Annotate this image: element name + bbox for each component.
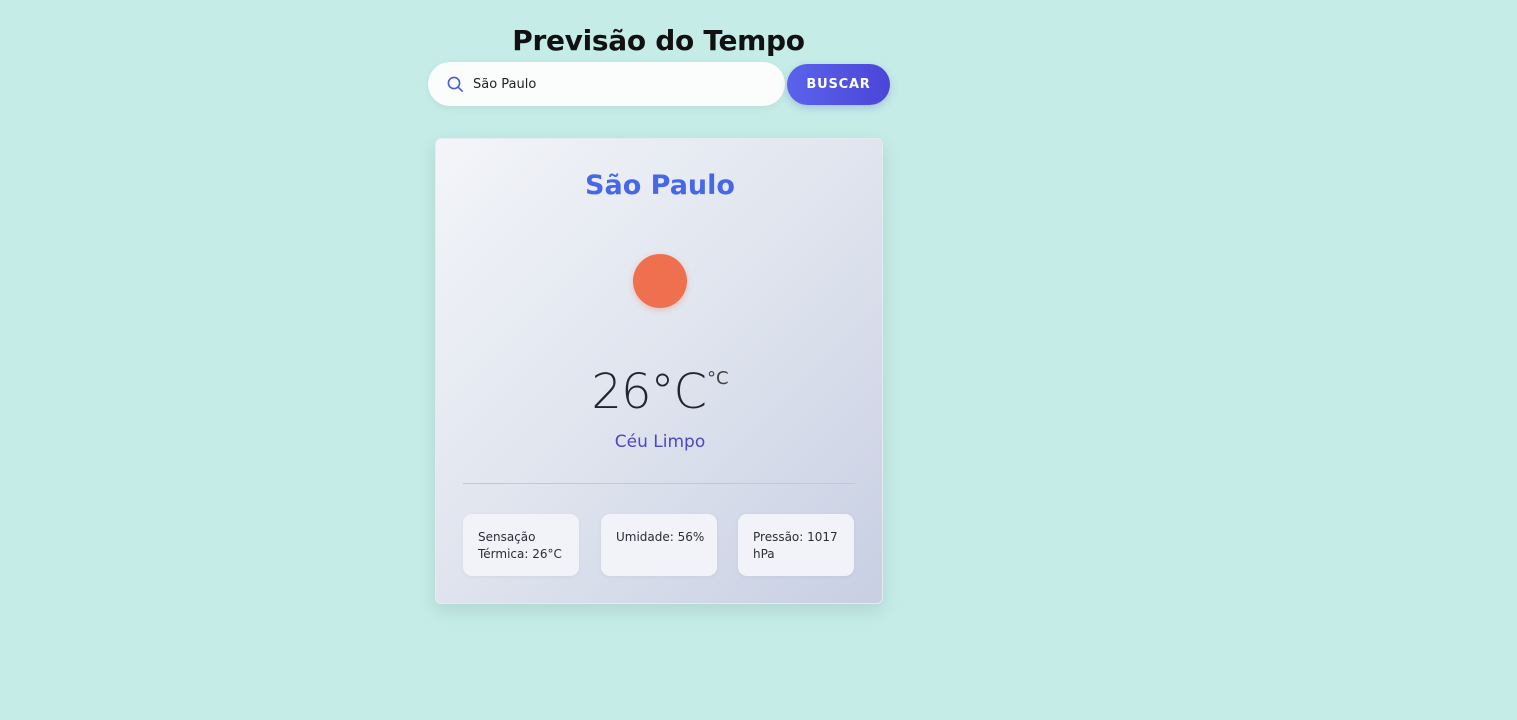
feels-like-text: Sensação Térmica: 26°C [478,530,562,561]
search-icon [446,75,464,93]
page: Previsão do Tempo BUSCAR São Paulo 26°C°… [0,0,1517,720]
city-name: São Paulo [585,170,735,201]
temperature-display: 26°C°C [436,364,884,420]
pressure-box: Pressão: 1017 hPa [738,514,854,576]
search-box[interactable] [428,62,785,106]
divider [463,483,855,484]
humidity-text: Umidade: 56% [616,530,705,544]
feels-like-box: Sensação Térmica: 26°C [463,514,579,576]
search-button[interactable]: BUSCAR [787,64,890,105]
search-input[interactable] [473,76,763,92]
weather-description: Céu Limpo [614,432,706,452]
pressure-text: Pressão: 1017 hPa [753,530,838,561]
sun-icon [633,254,687,308]
humidity-box: Umidade: 56% [601,514,717,576]
temperature-unit: °C [707,368,729,389]
page-title: Previsão do Tempo [512,24,805,57]
weather-card: São Paulo 26°C°C Céu Limpo Sensação Térm… [435,138,883,604]
temperature-value: 26°C [591,364,707,420]
